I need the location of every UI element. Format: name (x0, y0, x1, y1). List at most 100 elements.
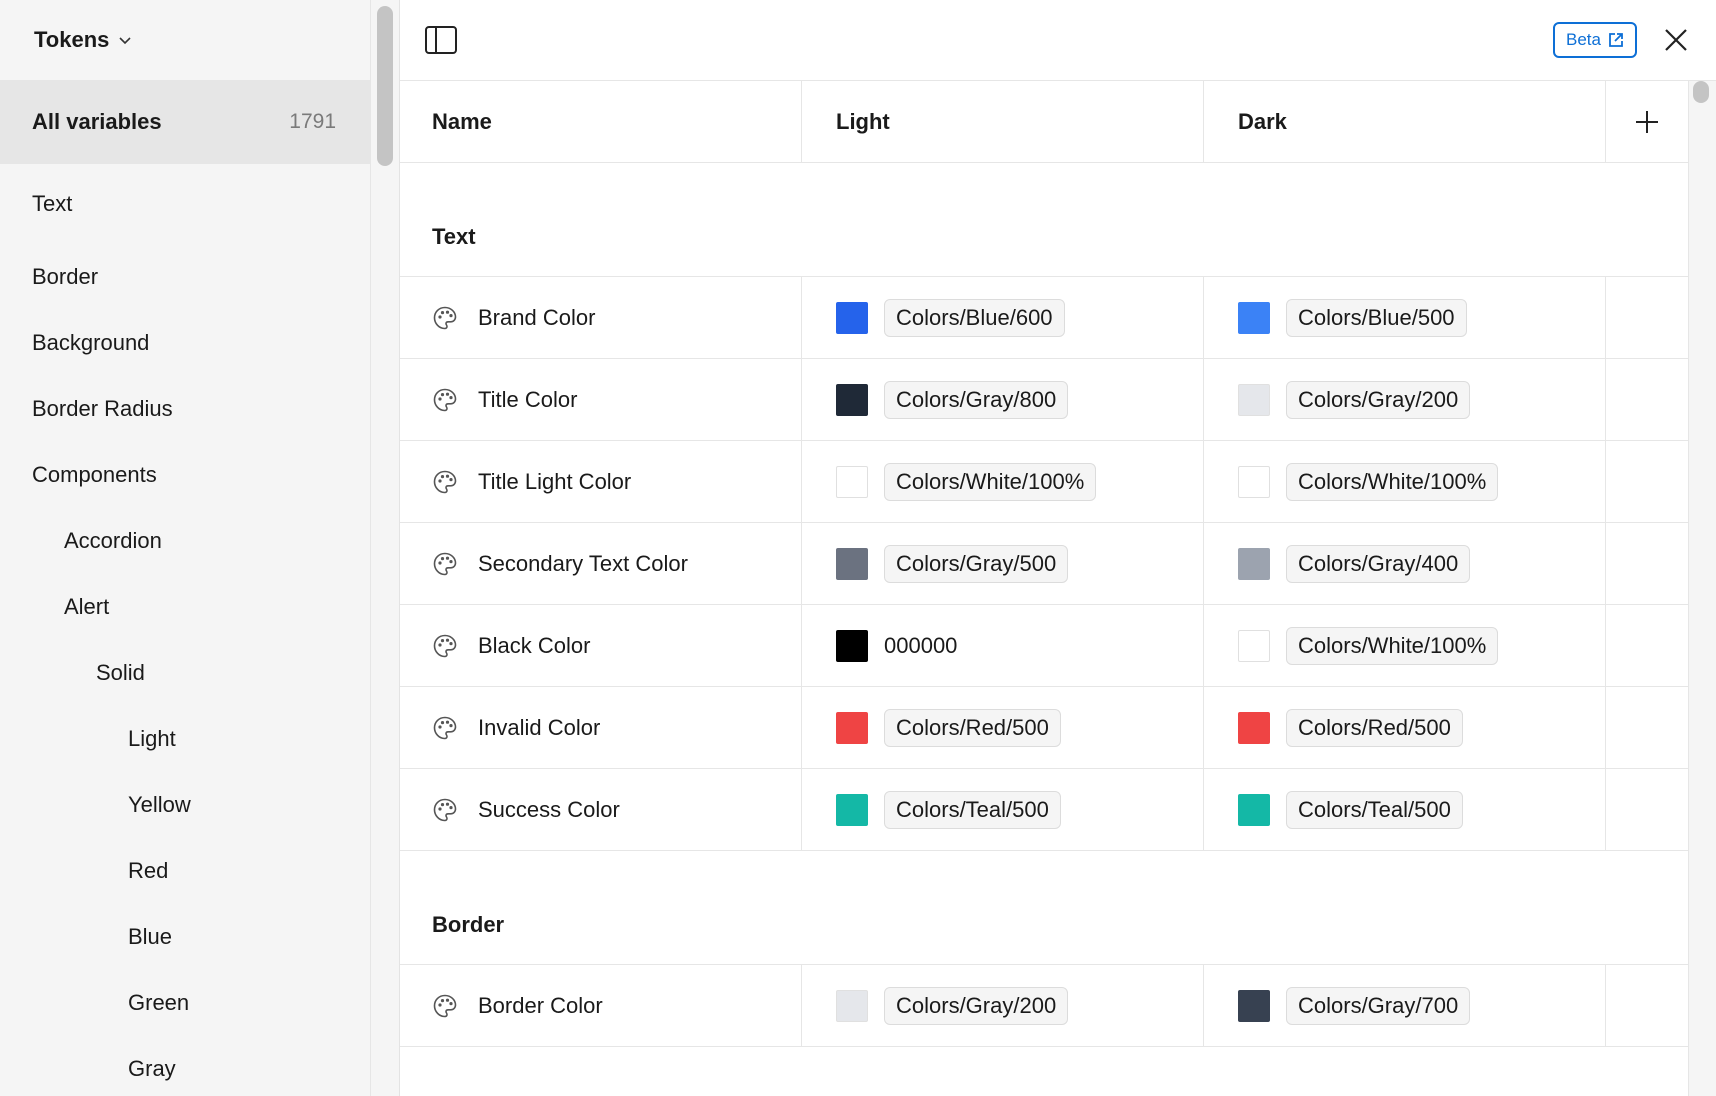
variable-name: Border Color (478, 992, 603, 1018)
alias-chip[interactable]: Colors/Gray/800 (884, 380, 1069, 419)
name-cell[interactable]: Black Color (400, 605, 802, 686)
column-header-dark[interactable]: Dark (1204, 81, 1606, 162)
color-swatch (1238, 711, 1270, 744)
table-row[interactable]: Success Color Colors/Teal/500 Colors/Teal/… (400, 769, 1688, 851)
table-row[interactable]: Invalid Color Colors/Red/500 Colors/Red/50… (400, 687, 1688, 769)
sidebar-item-alert[interactable]: Alert (0, 574, 370, 640)
color-swatch (836, 793, 868, 826)
empty-mode-cell (1606, 277, 1688, 358)
alias-chip[interactable]: Colors/Teal/500 (884, 790, 1061, 829)
light-value-cell[interactable]: Colors/Blue/600 (802, 277, 1204, 358)
sidebar-item-label: Green (128, 990, 190, 1015)
sidebar-scrollbar[interactable] (377, 6, 393, 166)
name-cell[interactable]: Success Color (400, 769, 802, 850)
alias-chip[interactable]: Colors/White/100% (1286, 626, 1499, 665)
color-swatch (836, 465, 868, 498)
alias-chip[interactable]: Colors/Gray/200 (1286, 380, 1471, 419)
light-value-cell[interactable]: Colors/White/100% (802, 441, 1204, 522)
dark-value-cell[interactable]: Colors/Teal/500 (1204, 769, 1606, 850)
sidebar-item-background[interactable]: Background (0, 310, 370, 376)
all-variables-label: All variables (32, 109, 162, 134)
palette-icon (432, 715, 458, 741)
alias-chip[interactable]: Colors/Teal/500 (1286, 790, 1463, 829)
palette-icon (432, 387, 458, 413)
sidebar-item-green[interactable]: Green (0, 970, 370, 1036)
sidebar: Tokens All variables 1791 Text Border Back… (0, 0, 371, 1096)
table-row[interactable]: Title Color Colors/Gray/800 Colors/Gray/20… (400, 359, 1688, 441)
sidebar-item-gray[interactable]: Gray (0, 1036, 370, 1096)
all-variables-count: 1791 (289, 110, 336, 133)
add-mode-button[interactable] (1606, 81, 1688, 162)
beta-button[interactable]: Beta (1553, 22, 1637, 58)
name-cell[interactable]: Title Color (400, 359, 802, 440)
color-swatch (1238, 465, 1270, 498)
column-header-light[interactable]: Light (802, 81, 1204, 162)
table-header-row: Name Light Dark (400, 81, 1688, 163)
sidebar-item-text[interactable]: Text (0, 164, 370, 244)
light-value-cell[interactable]: Colors/Gray/200 (802, 965, 1204, 1046)
toggle-sidebar-button[interactable] (424, 24, 458, 56)
variable-name: Invalid Color (478, 714, 601, 740)
dark-value-cell[interactable]: Colors/Gray/200 (1204, 359, 1606, 440)
alias-chip[interactable]: Colors/Red/500 (884, 708, 1061, 747)
sidebar-item-label: Yellow (128, 792, 191, 817)
alias-chip[interactable]: Colors/Blue/500 (1286, 298, 1467, 337)
light-value-cell[interactable]: Colors/Gray/500 (802, 523, 1204, 604)
table-row[interactable]: Title Light Color Colors/White/100% Colors… (400, 441, 1688, 523)
alias-chip[interactable]: Colors/Gray/700 (1286, 986, 1471, 1025)
alias-chip[interactable]: Colors/White/100% (884, 462, 1097, 501)
dark-value-cell[interactable]: Colors/White/100% (1204, 605, 1606, 686)
dark-value-cell[interactable]: Colors/Gray/700 (1204, 965, 1606, 1046)
dark-value-cell[interactable]: Colors/Blue/500 (1204, 277, 1606, 358)
name-cell[interactable]: Brand Color (400, 277, 802, 358)
table-row[interactable]: Black Color 000000 Colors/White/100% (400, 605, 1688, 687)
name-cell[interactable]: Invalid Color (400, 687, 802, 768)
light-value-cell[interactable]: Colors/Teal/500 (802, 769, 1204, 850)
alias-chip[interactable]: Colors/Gray/200 (884, 986, 1069, 1025)
sidebar-item-border[interactable]: Border (0, 244, 370, 310)
collection-selector[interactable]: Tokens (0, 0, 370, 80)
sidebar-item-all-variables[interactable]: All variables 1791 (0, 80, 370, 164)
empty-mode-cell (1606, 441, 1688, 522)
close-button[interactable] (1660, 24, 1692, 56)
dark-value-cell[interactable]: Colors/Red/500 (1204, 687, 1606, 768)
sidebar-item-light[interactable]: Light (0, 706, 370, 772)
dark-value-cell[interactable]: Colors/Gray/400 (1204, 523, 1606, 604)
collection-title: Tokens (34, 27, 110, 52)
alias-chip[interactable]: Colors/Gray/400 (1286, 544, 1471, 583)
variable-name: Title Light Color (478, 468, 632, 494)
hex-value: 000000 (884, 632, 958, 658)
color-swatch (1238, 383, 1270, 416)
sidebar-item-solid[interactable]: Solid (0, 640, 370, 706)
table-scrollbar[interactable] (1693, 81, 1709, 103)
name-cell[interactable]: Border Color (400, 965, 802, 1046)
light-value-cell[interactable]: 000000 (802, 605, 1204, 686)
alias-chip[interactable]: Colors/Gray/500 (884, 544, 1069, 583)
table-body: Text Brand Color Colors/Blue/600 Colors/Blu… (400, 163, 1688, 1047)
sidebar-item-border-radius[interactable]: Border Radius (0, 376, 370, 442)
dark-value-cell[interactable]: Colors/White/100% (1204, 441, 1606, 522)
alias-chip[interactable]: Colors/Red/500 (1286, 708, 1463, 747)
sidebar-item-components[interactable]: Components (0, 442, 370, 508)
sidebar-item-blue[interactable]: Blue (0, 904, 370, 970)
table-row[interactable]: Secondary Text Color Colors/Gray/500 Color… (400, 523, 1688, 605)
name-cell[interactable]: Title Light Color (400, 441, 802, 522)
color-swatch (836, 989, 868, 1022)
name-cell[interactable]: Secondary Text Color (400, 523, 802, 604)
alias-chip[interactable]: Colors/White/100% (1286, 462, 1499, 501)
table-row[interactable]: Border Color Colors/Gray/200 Colors/Gray/7… (400, 965, 1688, 1047)
chevron-down-icon (117, 32, 133, 48)
color-swatch (1238, 629, 1270, 662)
sidebar-item-label: Alert (64, 594, 110, 619)
sidebar-item-accordion[interactable]: Accordion (0, 508, 370, 574)
table-row[interactable]: Brand Color Colors/Blue/600 Colors/Blue/50… (400, 277, 1688, 359)
sidebar-nav-list: Text Border Background Border Radius Compone… (0, 164, 370, 1096)
light-value-cell[interactable]: Colors/Gray/800 (802, 359, 1204, 440)
sidebar-item-red[interactable]: Red (0, 838, 370, 904)
sidebar-item-label: Light (128, 726, 176, 751)
light-value-cell[interactable]: Colors/Red/500 (802, 687, 1204, 768)
sidebar-item-yellow[interactable]: Yellow (0, 772, 370, 838)
alias-chip[interactable]: Colors/Blue/600 (884, 298, 1065, 337)
beta-label: Beta (1566, 30, 1601, 49)
group-title: Border (432, 912, 505, 937)
